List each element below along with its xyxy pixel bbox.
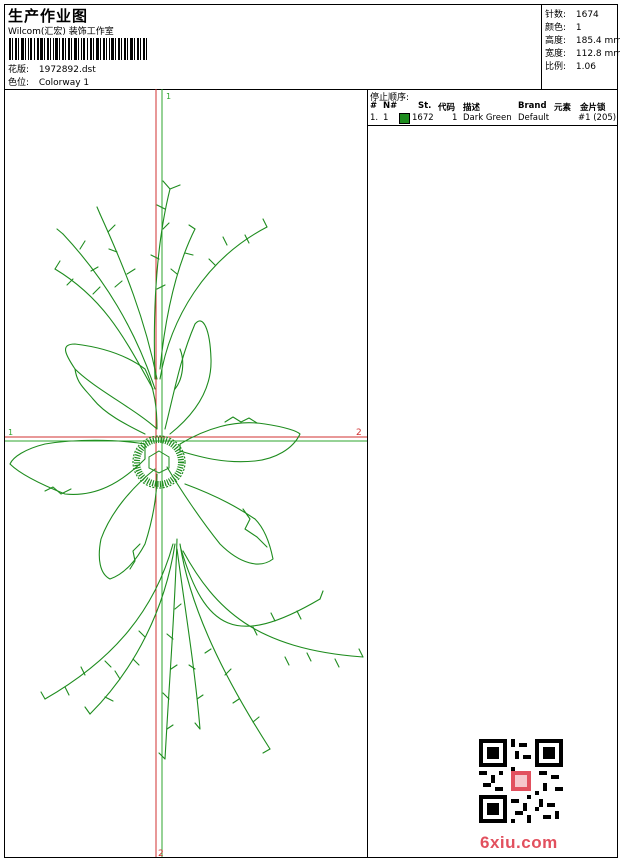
height-value: 185.4 mm [575,36,620,46]
width-label: 宽度: [545,49,567,59]
design-preview: 1 1 2 2 [5,89,368,859]
design-file-row: 花版: 1972892.dst [8,62,96,75]
colorway-value: Colorway 1 [38,78,90,88]
stop-sequence-panel: 停止顺序: # N# St. 代码 描述 Brand 元素 金片锁 1. 1 1… [368,89,617,857]
marker-left: 1 [8,428,13,437]
design-file-value: 1972892.dst [38,65,96,75]
col-stitches: St. [418,101,432,111]
row-code: 1 [452,113,458,123]
row-index: 1. [370,113,379,123]
scale-value: 1.06 [575,62,596,72]
stat-width: 宽度: 112.8 mm [545,46,620,59]
marker-bottom: 2 [158,849,164,857]
page-title: 生产作业图 [8,7,89,25]
scale-label: 比例: [545,62,567,72]
qr-code [479,739,563,823]
sheet-body: 1 1 2 2 停止顺序: # N# St. 代码 描述 Brand 元素 金片… [5,89,617,859]
colorway-row: 色位: Colorway 1 [8,75,89,88]
row-brand: Default [518,113,550,123]
stat-stitches: 针数: 1674 [545,7,599,20]
row-description: Dark Green [463,113,512,123]
marker-right: 2 [356,428,362,438]
row-stitches: 1672 [412,113,434,123]
colors-value: 1 [575,23,582,33]
row-element: #1 (205) [578,113,617,123]
stop-sequence-table: # N# St. 代码 描述 Brand 元素 金片锁 1. 1 1672 1 … [368,100,617,126]
stat-scale: 比例: 1.06 [545,59,596,72]
col-index: # [370,101,378,111]
marker-top: 1 [166,92,171,101]
height-label: 高度: [545,36,567,46]
sheet-header: 生产作业图 Wilcom(汇宏) 装饰工作室 花版: 1972892.dst 色… [5,5,620,90]
production-sheet: 生产作业图 Wilcom(汇宏) 装饰工作室 花版: 1972892.dst 色… [4,4,620,859]
colorway-label: 色位: [8,78,30,88]
table-header: # N# St. 代码 描述 Brand 元素 金片锁 [368,100,617,113]
width-value: 112.8 mm [575,49,620,59]
embroidery-design: 1 1 2 2 [5,89,367,859]
flower-outline [9,180,364,760]
stitches-value: 1674 [575,10,599,20]
table-row: 1. 1 1672 1 Dark Green Default #1 (205) [368,112,617,126]
row-needle: 1 [383,113,389,123]
stat-colors: 颜色: 1 [545,20,582,33]
barcode [9,38,147,60]
row-swatch [399,113,410,126]
col-needle: N# [383,101,398,111]
stat-height: 高度: 185.4 mm [545,33,620,46]
watermark: 6xiu.com [480,833,558,852]
color-swatch [399,113,410,124]
header-info: 生产作业图 Wilcom(汇宏) 装饰工作室 花版: 1972892.dst 色… [5,5,541,89]
stats-panel: 针数: 1674 颜色: 1 高度: 185.4 mm 宽度: 112.8 mm… [541,5,620,89]
design-file-label: 花版: [8,65,30,75]
col-brand: Brand [518,101,547,111]
stitches-label: 针数: [545,10,567,20]
company-name: Wilcom(汇宏) 装饰工作室 [8,27,114,37]
colors-label: 颜色: [545,23,567,33]
